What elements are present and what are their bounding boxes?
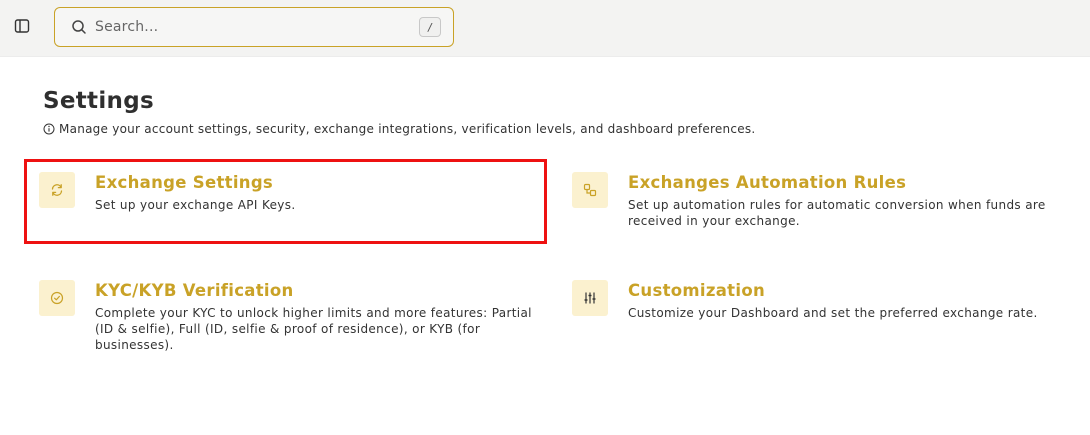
page-subtitle-text: Manage your account settings, security, … bbox=[59, 122, 756, 136]
card-title: Exchanges Automation Rules bbox=[628, 173, 907, 192]
card-exchange-settings[interactable]: Exchange Settings Set up your exchange A… bbox=[39, 172, 529, 213]
search-box[interactable]: / bbox=[54, 7, 454, 47]
card-title: Customization bbox=[628, 281, 766, 300]
workflow-icon bbox=[572, 172, 608, 208]
card-customization[interactable]: Customization Customize your Dashboard a… bbox=[572, 280, 1072, 321]
refresh-icon bbox=[39, 172, 75, 208]
page-subtitle: Manage your account settings, security, … bbox=[43, 122, 755, 136]
check-circle-icon bbox=[39, 280, 75, 316]
search-icon bbox=[71, 19, 87, 35]
card-description: Customize your Dashboard and set the pre… bbox=[628, 306, 1038, 320]
card-automation-rules[interactable]: Exchanges Automation Rules Set up automa… bbox=[572, 172, 1072, 229]
card-description: Complete your KYC to unlock higher limit… bbox=[95, 306, 532, 352]
page-title: Settings bbox=[43, 88, 154, 114]
card-title: KYC/KYB Verification bbox=[95, 281, 294, 300]
sidebar-toggle-icon[interactable] bbox=[13, 17, 31, 35]
search-shortcut-badge: / bbox=[419, 17, 441, 37]
card-title: Exchange Settings bbox=[95, 173, 274, 192]
card-description: Set up your exchange API Keys. bbox=[95, 198, 296, 212]
sliders-icon bbox=[572, 280, 608, 316]
card-description: Set up automation rules for automatic co… bbox=[628, 198, 1046, 228]
top-bar: / bbox=[0, 0, 1090, 57]
card-kyc-verification[interactable]: KYC/KYB Verification Complete your KYC t… bbox=[39, 280, 539, 353]
search-input[interactable] bbox=[95, 19, 419, 35]
info-icon bbox=[43, 123, 55, 135]
